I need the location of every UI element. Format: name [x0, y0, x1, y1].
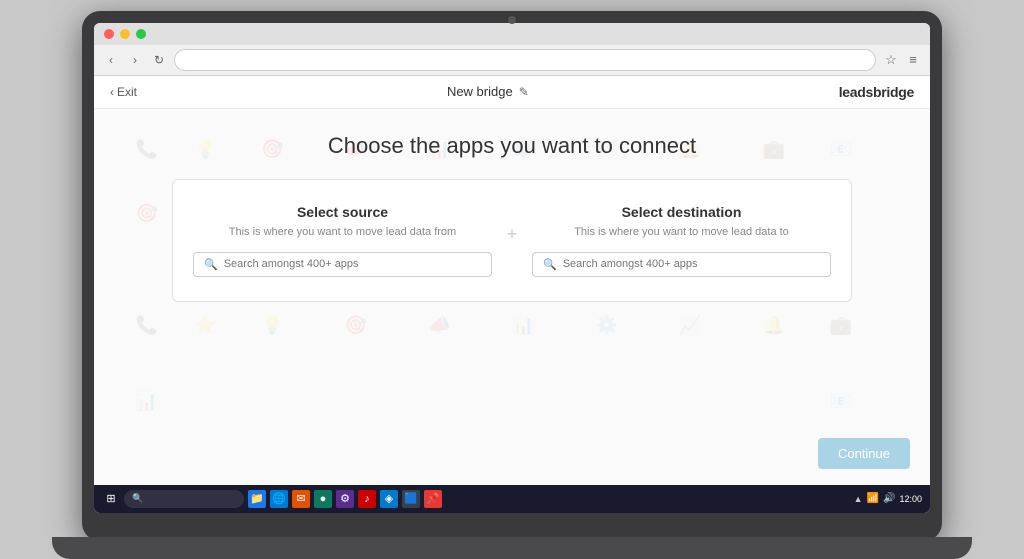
taskbar-app2-icon[interactable]: ⚙ [336, 490, 354, 508]
source-subtitle: This is where you want to move lead data… [193, 226, 492, 238]
taskbar-volume-icon[interactable]: 🔊 [883, 493, 895, 504]
taskbar: ⊞ 🔍 📁 🌐 ✉ ● ⚙ ♪ ◈ 🟦 📌 ▲ 📶 🔊 12:00 [94, 485, 930, 513]
logo-leads: leads [839, 84, 873, 100]
source-search-input[interactable] [224, 258, 481, 270]
continue-area: Continue [818, 438, 910, 469]
taskbar-edge-icon[interactable]: 🌐 [270, 490, 288, 508]
header-center: New bridge ✎ [137, 84, 839, 99]
destination-search-input[interactable] [563, 258, 820, 270]
destination-title: Select destination [532, 204, 831, 220]
page-title: Choose the apps you want to connect [328, 133, 696, 159]
plus-divider: + [492, 204, 532, 245]
destination-subtitle: This is where you want to move lead data… [532, 226, 831, 238]
taskbar-start-icon[interactable]: ⊞ [102, 490, 120, 508]
app-body: 📞 💡 🎯 📣 📊 ⚙️ 📈 🔔 💼 📧 🎯 🔗 📞 ⭐ 💡 🎯 [94, 109, 930, 485]
taskbar-clock: 12:00 [899, 494, 922, 504]
taskbar-app6-icon[interactable]: 📌 [424, 490, 442, 508]
taskbar-network-icon[interactable]: 📶 [867, 493, 879, 504]
taskbar-app1-icon[interactable]: ● [314, 490, 332, 508]
logo-bridge: bridge [873, 84, 914, 100]
traffic-light-green[interactable] [136, 29, 146, 39]
traffic-light-yellow[interactable] [120, 29, 130, 39]
taskbar-mail-icon[interactable]: ✉ [292, 490, 310, 508]
taskbar-search[interactable]: 🔍 [124, 490, 244, 508]
cards-container: Select source This is where you want to … [172, 179, 852, 302]
exit-arrow-icon: ‹ [110, 85, 114, 99]
destination-search-box[interactable]: 🔍 [532, 252, 831, 277]
continue-button[interactable]: Continue [818, 438, 910, 469]
bookmark-icon[interactable]: ☆ [882, 51, 900, 69]
exit-link[interactable]: ‹ Exit [110, 85, 137, 99]
source-card: Select source This is where you want to … [193, 204, 492, 277]
source-search-box[interactable]: 🔍 [193, 252, 492, 277]
destination-card: Select destination This is where you wan… [532, 204, 831, 277]
taskbar-arrow-icon[interactable]: ▲ [854, 494, 863, 504]
taskbar-app4-icon[interactable]: ◈ [380, 490, 398, 508]
taskbar-system-tray: ▲ 📶 🔊 12:00 [854, 493, 922, 504]
taskbar-app5-icon[interactable]: 🟦 [402, 490, 420, 508]
forward-button[interactable]: › [126, 51, 144, 69]
content-wrapper: Choose the apps you want to connect Sele… [94, 109, 930, 302]
app-header: ‹ Exit New bridge ✎ leadsbridge [94, 76, 930, 109]
taskbar-app3-icon[interactable]: ♪ [358, 490, 376, 508]
traffic-light-red[interactable] [104, 29, 114, 39]
source-title: Select source [193, 204, 492, 220]
bridge-title: New bridge [447, 84, 513, 99]
menu-icon[interactable]: ≡ [904, 51, 922, 69]
taskbar-folder-icon[interactable]: 📁 [248, 490, 266, 508]
destination-search-icon: 🔍 [543, 258, 557, 271]
back-button[interactable]: ‹ [102, 51, 120, 69]
taskbar-search-icon: 🔍 [132, 493, 143, 504]
refresh-button[interactable]: ↻ [150, 51, 168, 69]
edit-icon[interactable]: ✎ [519, 85, 529, 99]
source-search-icon: 🔍 [204, 258, 218, 271]
laptop-base [52, 537, 972, 559]
exit-label: Exit [117, 85, 137, 99]
address-bar[interactable] [174, 49, 876, 71]
leadsbridge-logo: leadsbridge [839, 84, 914, 100]
